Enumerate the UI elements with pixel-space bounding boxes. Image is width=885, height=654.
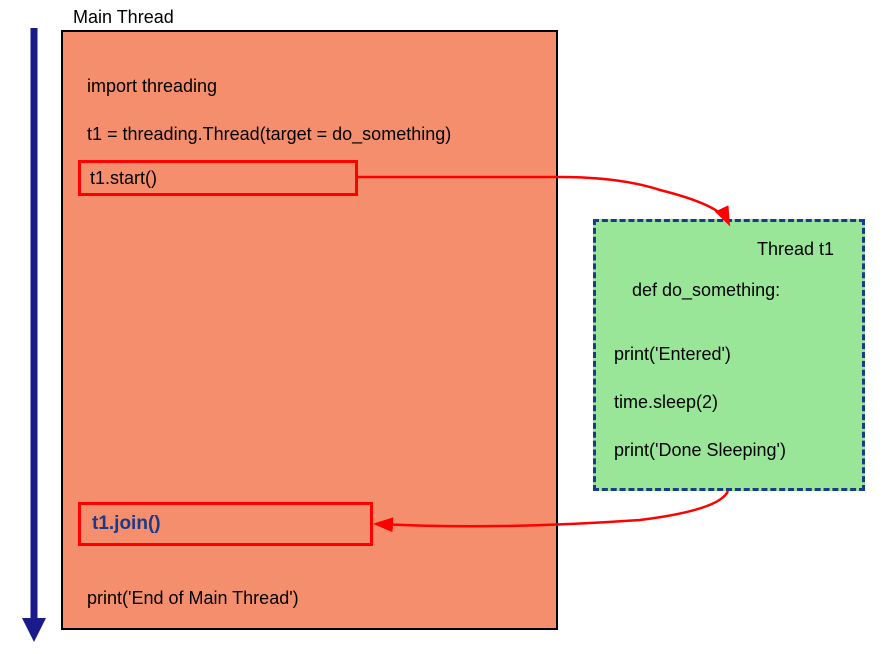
code-print-done: print('Done Sleeping') <box>614 440 786 461</box>
code-import: import threading <box>87 76 217 97</box>
code-join: t1.join() <box>92 513 161 535</box>
thread-t1-label: Thread t1 <box>757 239 834 260</box>
diagram-container: Main Thread import threading t1 = thread… <box>0 0 885 654</box>
code-print-end: print('End of Main Thread') <box>87 588 299 609</box>
main-thread-label: Main Thread <box>73 7 174 28</box>
code-thread-create: t1 = threading.Thread(target = do_someth… <box>87 124 451 145</box>
code-start: t1.start() <box>90 168 157 189</box>
code-def: def do_something: <box>632 280 780 301</box>
thread-t1-box: Thread t1 def do_something: print('Enter… <box>593 219 865 491</box>
timeline-arrow-icon <box>22 28 46 642</box>
main-thread-box: import threading t1 = threading.Thread(t… <box>61 30 558 630</box>
highlight-join: t1.join() <box>78 502 373 546</box>
code-sleep: time.sleep(2) <box>614 392 718 413</box>
code-print-entered: print('Entered') <box>614 344 731 365</box>
highlight-start: t1.start() <box>78 160 358 196</box>
